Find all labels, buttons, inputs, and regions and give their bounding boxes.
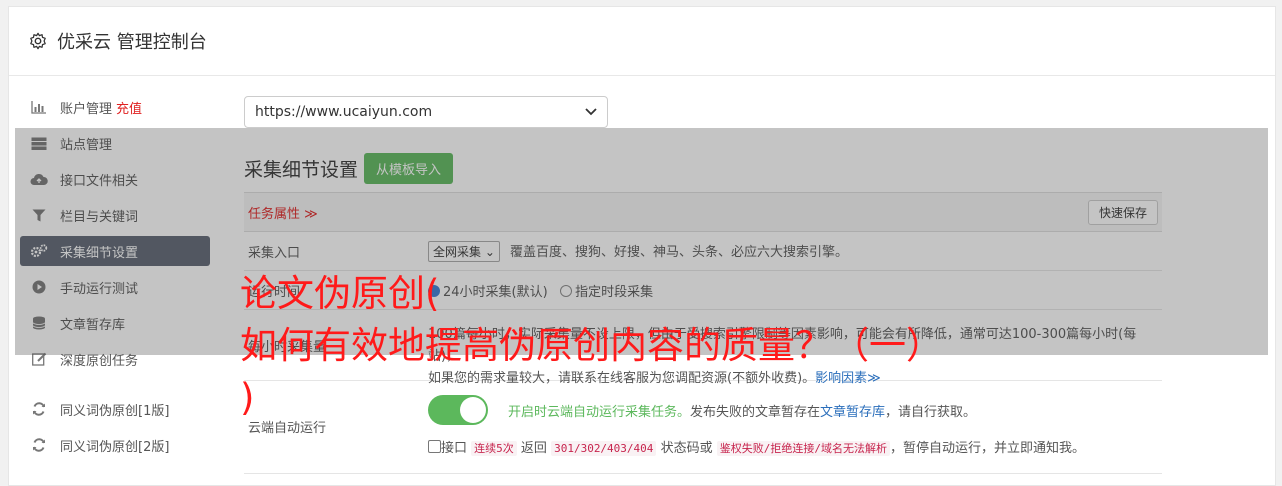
sidebar-item-account[interactable]: 账户管理 充值 (20, 92, 210, 122)
cb-text-d: ，暂停自动运行，并立即通知我。 (889, 441, 1085, 456)
site-select-value: https://www.ucaiyun.com (255, 104, 433, 120)
cb-text-b: 返回 (520, 441, 547, 456)
sidebar-item-label: 账户管理 (60, 101, 113, 117)
refresh-icon (30, 402, 48, 416)
headline-line-3: ) (240, 376, 255, 419)
refresh-icon (30, 438, 48, 452)
recharge-link[interactable]: 充值 (116, 98, 142, 117)
code-status: 301/302/403/404 (551, 441, 657, 456)
sidebar-item-label: 同义词伪原创[2版] (60, 439, 170, 455)
sidebar-item-synonym-v1[interactable]: 同义词伪原创[1版] (20, 394, 210, 424)
bar-chart-icon (30, 100, 48, 114)
headline-line-2: 如何有效地提高伪原创内容的质量？（一 (240, 324, 906, 367)
sidebar-item-label: 同义词伪原创[1版] (60, 403, 170, 419)
page-title: 优采云 管理控制台 (57, 32, 207, 53)
gear-icon (30, 32, 46, 50)
chevron-down-icon (585, 108, 597, 116)
pause-checkbox[interactable] (428, 440, 441, 453)
code-times: 连续5次 (471, 441, 517, 456)
site-select[interactable]: https://www.ucaiyun.com (244, 96, 608, 128)
code-errors: 鉴权失败/拒绝连接/域名无法解析 (716, 441, 890, 456)
headline-line-1: 论文伪原创( (240, 272, 440, 315)
header: 优采云 管理控制台 (9, 7, 1275, 76)
headline-line-2b: ） (906, 324, 943, 367)
overlay-headline: 论文伪原创( 如何有效地提高伪原创内容的质量？（一） ) (240, 268, 943, 424)
cb-text-a: 接口 (441, 441, 468, 456)
sidebar-item-synonym-v2[interactable]: 同义词伪原创[2版] (20, 430, 210, 460)
cb-text-c: 状态码或 (660, 441, 713, 456)
